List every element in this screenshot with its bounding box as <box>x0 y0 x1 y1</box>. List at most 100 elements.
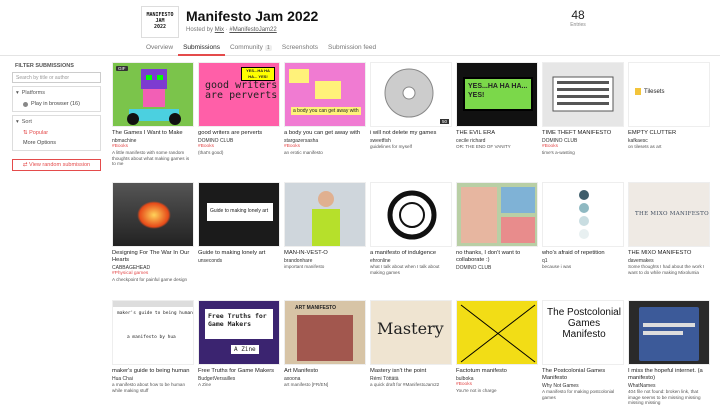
submission-card[interactable]: 50 i will not delete my games sweetfish … <box>370 62 452 150</box>
card-title[interactable]: Guide to making lonely art <box>198 250 280 257</box>
filter-play-in-browser[interactable]: Play in browser (16) <box>13 99 100 111</box>
cover-text: maker's guide to being human <box>117 311 193 316</box>
robot-illustration <box>127 69 181 125</box>
card-author[interactable]: unseconds <box>198 258 280 264</box>
card-title[interactable]: The Postcolonial Games Manifesto <box>542 368 624 382</box>
submission-card[interactable]: good writers are perverts YES...HA HA HA… <box>198 62 280 156</box>
cover-image[interactable]: YES...HA HA HA... YES! <box>456 62 538 127</box>
card-title[interactable]: who's afraid of repetition <box>542 250 624 257</box>
card-description: Some thoughts I had about the work I wan… <box>628 264 705 275</box>
card-title[interactable]: no thanks, I don't want to collaborate :… <box>456 250 538 264</box>
card-title[interactable]: i will not delete my games <box>370 130 452 137</box>
submission-card[interactable]: GIF The Games I Want to Make nbmachine #… <box>112 62 194 167</box>
cover-image[interactable]: ART MANIFESTO <box>284 300 366 365</box>
cover-image[interactable] <box>542 182 624 247</box>
tab-submission-feed[interactable]: Submission feed <box>323 43 381 56</box>
tab-overview[interactable]: Overview <box>141 43 178 56</box>
submission-card[interactable]: THE MIXO MANIFESTO THE MIXO MANIFESTO da… <box>628 182 710 275</box>
cover-image[interactable] <box>456 182 538 247</box>
filter-title: FILTER SUBMISSIONS <box>15 63 74 69</box>
submission-card[interactable]: Designing For The War In Our Hearts CABB… <box>112 182 194 283</box>
submission-card[interactable]: YES...HA HA HA... YES! THE EVIL ERA ceci… <box>456 62 538 150</box>
hosted-prefix: Hosted by <box>186 27 214 33</box>
card-title[interactable]: Free Truths for Game Makers <box>198 368 280 375</box>
card-title[interactable]: THE EVIL ERA <box>456 130 538 137</box>
tab-submissions[interactable]: Submissions <box>178 43 225 56</box>
card-title[interactable]: Designing For The War In Our Hearts <box>112 250 194 264</box>
card-title[interactable]: Factotum manifesto <box>456 368 538 375</box>
cover-image[interactable]: Guide to making lonely art <box>198 182 280 247</box>
platforms-box: ▾ Platforms Play in browser (16) <box>12 86 101 112</box>
submission-card[interactable]: Free Truths for Game Makers A Zine Free … <box>198 300 280 388</box>
host-link[interactable]: Mix <box>215 27 224 33</box>
card-title[interactable]: Art Manifesto <box>284 368 366 375</box>
photo-panel <box>461 187 497 243</box>
tab-label: Community <box>229 44 263 51</box>
cover-text: THE MIXO MANIFESTO <box>635 211 709 217</box>
card-description: because i was <box>542 264 572 269</box>
card-title[interactable]: maker's guide to being human <box>112 368 194 375</box>
cover-text: Guide to making lonely art <box>207 203 273 221</box>
submission-card[interactable]: who's afraid of repetition q1 because i … <box>542 182 624 270</box>
submission-card[interactable]: MAN-IN-VEST-O brandonhare important mani… <box>284 182 366 270</box>
cover-image[interactable] <box>284 182 366 247</box>
card-title[interactable]: The Games I Want to Make <box>112 130 194 137</box>
cover-image[interactable]: good writers are perverts YES...HA HA HA… <box>198 62 280 127</box>
cover-image[interactable]: Tilesets <box>628 62 710 127</box>
random-submission-button[interactable]: ⇄ View random submission <box>12 159 101 171</box>
jam-logo[interactable]: MANIFESTO JAM 2022 <box>141 6 179 38</box>
submission-card[interactable]: a body you can get away with a body you … <box>284 62 366 156</box>
more-options[interactable]: More Options <box>13 138 100 150</box>
color-swatches <box>579 190 589 239</box>
cover-image[interactable]: Mastery <box>370 300 452 365</box>
cover-image[interactable] <box>456 300 538 365</box>
card-author[interactable]: DOMINO CLUB <box>456 265 538 271</box>
submission-card[interactable]: The Postcolonial Games Manifesto The Pos… <box>542 300 624 400</box>
card-description: 404 file not found: broken link, that im… <box>628 389 701 405</box>
cover-image[interactable] <box>628 300 710 365</box>
card-title[interactable]: a manifesto of indulgence <box>370 250 452 257</box>
logo-line: 2022 <box>153 24 167 30</box>
cover-image[interactable]: maker's guide to being human a manifesto… <box>112 300 194 365</box>
submission-card[interactable]: a manifesto of indulgence ehronline what… <box>370 182 452 275</box>
sort-header[interactable]: ▾ Sort <box>13 116 100 128</box>
card-title[interactable]: EMPTY CLUTTER <box>628 130 710 137</box>
card-title[interactable]: a body you can get away with <box>284 130 366 137</box>
card-title[interactable]: good writers are perverts <box>198 130 280 137</box>
cover-text: ART MANIFESTO <box>295 305 337 311</box>
sort-popular[interactable]: ⇅ Popular <box>13 128 100 138</box>
hashtag-link[interactable]: #ManifestoJam22 <box>229 27 276 33</box>
card-title[interactable]: MAN-IN-VEST-O <box>284 250 366 257</box>
jam-header: MANIFESTO JAM 2022 Manifesto Jam 2022 Ho… <box>0 0 720 56</box>
submission-card[interactable]: maker's guide to being human a manifesto… <box>112 300 194 393</box>
card-title[interactable]: I miss the hopeful internet. (a manifest… <box>628 368 710 382</box>
cover-image[interactable]: a body you can get away with <box>284 62 366 127</box>
card-title[interactable]: Mastery isn't the point <box>370 368 452 375</box>
card-title[interactable]: TIME THEFT MANIFESTO <box>542 130 624 137</box>
submission-card[interactable]: Tilesets EMPTY CLUTTER kafkaesc on tiles… <box>628 62 710 150</box>
submission-card[interactable]: TIME THEFT MANIFESTO DOMINO CLUB #Books … <box>542 62 624 156</box>
cover-image[interactable]: The Postcolonial Games Manifesto <box>542 300 624 365</box>
search-input[interactable]: Search by title or author <box>12 72 101 83</box>
x-cross-illustration <box>460 304 536 363</box>
submission-card[interactable]: Mastery Mastery isn't the point Rémi Töt… <box>370 300 452 388</box>
submission-card[interactable]: Factotum manifesto bulboka #Books You're… <box>456 300 538 394</box>
cover-image[interactable]: THE MIXO MANIFESTO <box>628 182 710 247</box>
cover-image[interactable]: Free Truths for Game Makers A Zine <box>198 300 280 365</box>
cover-image[interactable]: GIF <box>112 62 194 127</box>
man-in-vest-photo <box>312 191 340 246</box>
submission-card[interactable]: no thanks, I don't want to collaborate :… <box>456 182 538 271</box>
card-title[interactable]: THE MIXO MANIFESTO <box>628 250 710 257</box>
submission-card[interactable]: I miss the hopeful internet. (a manifest… <box>628 300 710 406</box>
submission-card[interactable]: Guide to making lonely art Guide to maki… <box>198 182 280 264</box>
cover-image[interactable] <box>542 62 624 127</box>
cover-image[interactable] <box>370 182 452 247</box>
platforms-header[interactable]: ▾ Platforms <box>13 87 100 99</box>
cover-image[interactable] <box>112 182 194 247</box>
cover-image[interactable]: 50 <box>370 62 452 127</box>
submission-card[interactable]: ART MANIFESTO Art Manifesto axoona art m… <box>284 300 366 388</box>
note-shape <box>315 81 341 99</box>
tab-screenshots[interactable]: Screenshots <box>277 43 323 56</box>
post-line <box>643 323 695 327</box>
tab-community[interactable]: Community 1 <box>225 43 277 56</box>
